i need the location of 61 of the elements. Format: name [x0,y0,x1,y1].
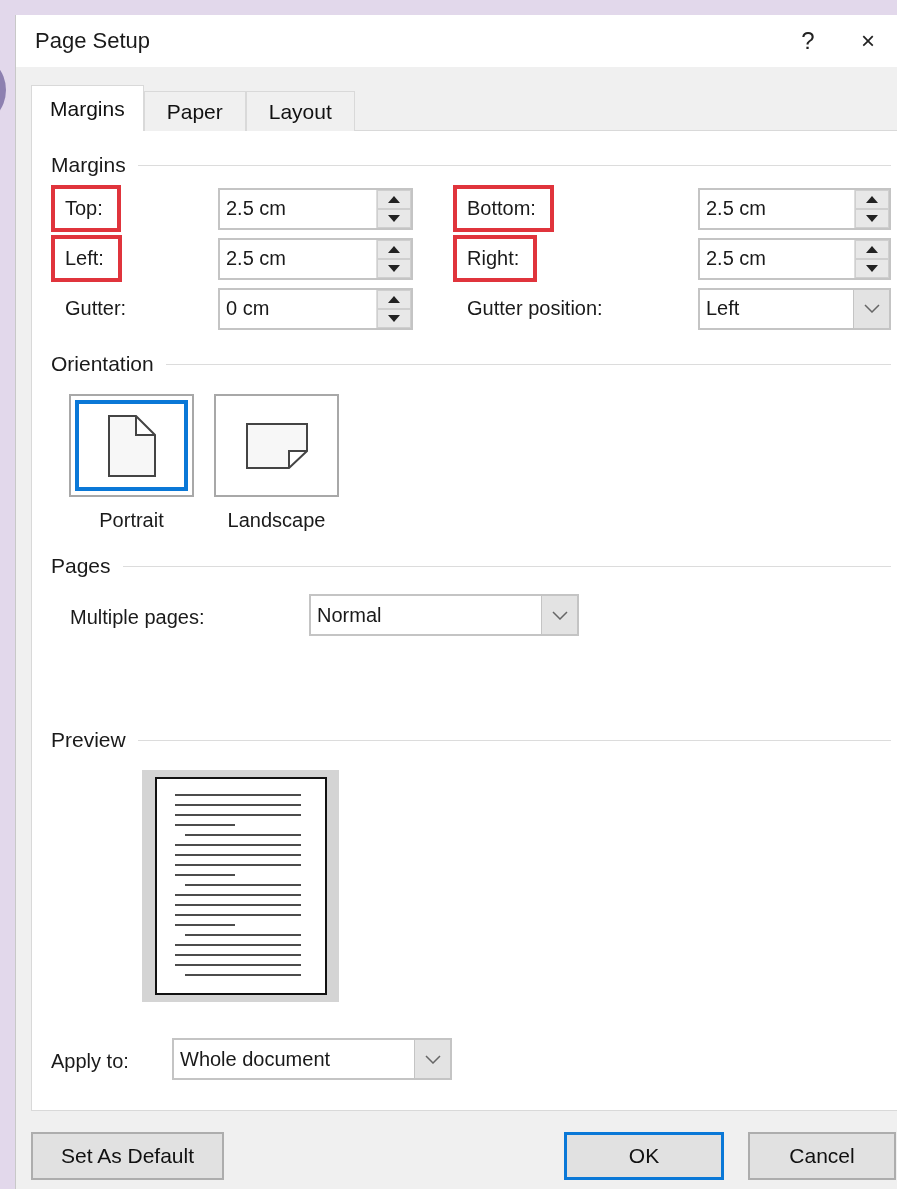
dropdown[interactable]: Whole document [172,1038,452,1080]
field-value: 2.5 cm [225,196,288,221]
field-value: 2.5 cm [225,246,288,271]
option-label: Portrait [99,509,164,532]
up-triangle-icon [388,195,400,203]
highlighted-label: Top: [51,185,121,232]
dropdown[interactable]: Left [698,287,891,330]
highlighted-label: Bottom: [453,185,554,232]
spin-up-button[interactable] [377,239,411,259]
chevron-down-icon [863,304,880,313]
close-button[interactable]: × [838,21,897,61]
window-title: Page Setup [35,28,151,54]
field-label: Gutter: [64,296,128,321]
spin-up-button[interactable] [377,289,411,309]
spin-up-button[interactable] [855,239,889,259]
spin-field[interactable]: 2.5 cm [698,187,891,230]
chevron-down-icon [424,1054,441,1064]
up-triangle-icon [388,245,400,253]
section-heading: Pages [51,554,111,578]
highlighted-label: Right: [453,235,538,282]
landscape-page-icon [245,422,308,469]
orientation-option[interactable] [214,394,339,497]
tab[interactable]: Layout [245,91,355,131]
highlighted-label: Left: [51,235,122,282]
down-triangle-icon [388,264,400,272]
up-triangle-icon [866,195,878,203]
up-triangle-icon [388,295,400,303]
field-value: 0 cm [225,296,271,321]
up-triangle-icon [866,245,878,253]
tab[interactable]: Paper [143,91,246,131]
chevron-down-icon [551,610,568,620]
section-heading: Orientation [51,352,154,376]
dialog-button[interactable]: OK [564,1132,724,1180]
down-triangle-icon [866,264,878,272]
portrait-page-icon [107,414,156,477]
field-label: Apply to: [51,1049,130,1073]
dropdown-value: Whole document [179,1046,332,1072]
field-label: Multiple pages: [70,605,206,629]
down-triangle-icon [388,314,400,322]
down-triangle-icon [388,214,400,222]
help-button[interactable]: ? [778,21,838,61]
spin-up-button[interactable] [377,189,411,209]
dialog-button[interactable]: Set As Default [31,1132,224,1180]
option-label: Landscape [227,509,326,532]
dropdown[interactable]: Normal [309,594,579,636]
spin-field[interactable]: 2.5 cm [698,237,891,280]
spin-up-button[interactable] [855,189,889,209]
spin-field[interactable]: 0 cm [218,287,413,330]
dropdown-value: Left [705,296,741,321]
spin-field[interactable]: 2.5 cm [218,187,413,230]
field-label: Gutter position: [466,296,604,321]
field-value: 2.5 cm [705,246,768,271]
orientation-option[interactable] [69,394,194,497]
section-heading: Margins [51,153,126,177]
section-heading: Preview [51,728,126,752]
tab[interactable]: Margins [31,85,144,131]
field-value: 2.5 cm [705,196,768,221]
dropdown-value: Normal [316,602,383,628]
dialog-button[interactable]: Cancel [748,1132,896,1180]
spin-field[interactable]: 2.5 cm [218,237,413,280]
down-triangle-icon [866,214,878,222]
